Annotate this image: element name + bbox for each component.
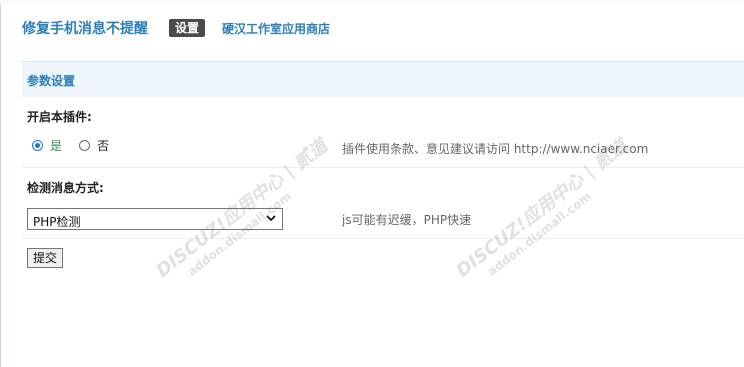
radio-no[interactable] xyxy=(79,140,91,151)
radio-yes-label[interactable]: 是 xyxy=(50,137,62,154)
window-left-border xyxy=(0,0,1,367)
detect-method-value: PHP检测 xyxy=(33,215,81,229)
page-title: 修复手机消息不提醒 xyxy=(22,21,148,37)
plugin-enable-label: 开启本插件: xyxy=(27,110,92,124)
section-header: 参数设置 xyxy=(22,61,744,97)
detect-method-label: 检测消息方式: xyxy=(27,181,104,195)
detect-method-hint: js可能有迟缓，PHP快速 xyxy=(342,213,472,227)
radio-yes[interactable] xyxy=(32,140,43,151)
page-header: 修复手机消息不提醒 设置 硬汉工作室应用商店 xyxy=(22,16,330,40)
app-store-link[interactable]: 硬汉工作室应用商店 xyxy=(222,20,330,37)
radio-no-label[interactable]: 否 xyxy=(97,137,109,154)
tab-settings[interactable]: 设置 xyxy=(169,19,206,37)
plugin-enable-radio-group: 是 否 xyxy=(32,137,109,154)
section-title: 参数设置 xyxy=(27,74,76,88)
window-top-shade xyxy=(0,0,744,4)
submit-button[interactable]: 提交 xyxy=(27,248,64,268)
row-divider xyxy=(22,238,744,239)
